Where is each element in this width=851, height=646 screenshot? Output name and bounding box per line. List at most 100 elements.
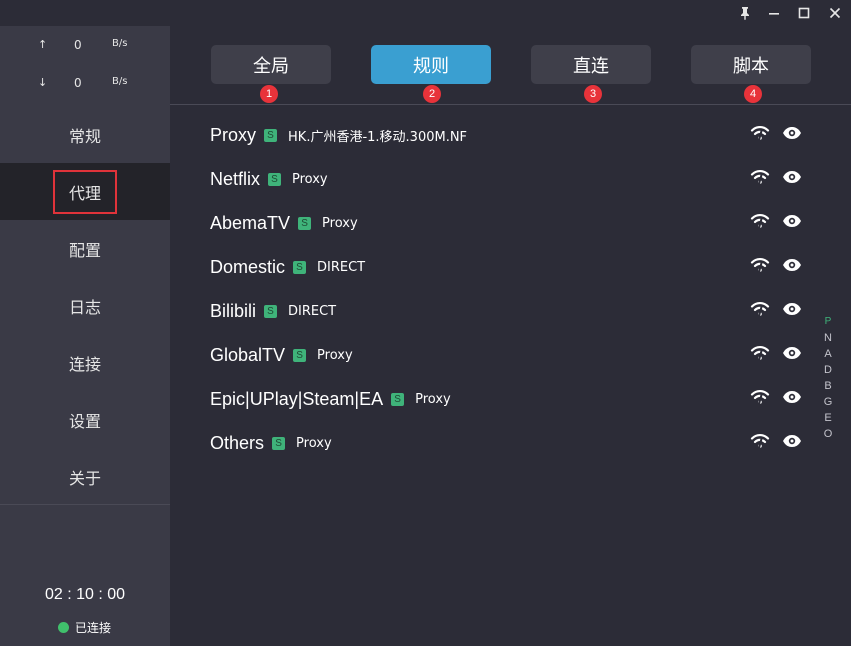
group-name: Domestic xyxy=(210,256,286,277)
proxy-group-row[interactable]: Netflix S Proxy xyxy=(210,166,810,192)
eye-icon[interactable] xyxy=(782,170,802,189)
group-name: Bilibili xyxy=(210,300,257,321)
proxy-group-row[interactable]: Others S Proxy xyxy=(210,430,810,456)
row-actions xyxy=(750,122,802,148)
selected-proxy: Proxy xyxy=(322,215,358,231)
group-name: Others xyxy=(210,432,265,453)
upload-unit: B/s xyxy=(112,38,128,49)
sidebar: ↑ 0 B/s ↓ 0 B/s 常规 代理 配置 日志 连接 设置 关于 02 … xyxy=(0,26,170,646)
nav-profiles[interactable]: 配置 xyxy=(0,220,170,277)
mode-label: 脚本 xyxy=(733,55,769,77)
pin-icon[interactable] xyxy=(735,4,755,22)
group-type-tag: S xyxy=(298,216,312,230)
uptime-timer: 02 : 10 : 00 xyxy=(44,586,126,603)
annotation-badge: 1 xyxy=(260,85,278,103)
selected-proxy: DIRECT xyxy=(317,259,366,275)
selected-proxy: Proxy xyxy=(317,347,353,363)
annotation-badge: 2 xyxy=(423,85,441,103)
download-arrow-icon: ↓ xyxy=(38,76,48,89)
latency-test-icon[interactable] xyxy=(750,301,770,322)
latency-test-icon[interactable] xyxy=(750,213,770,234)
nav-proxies[interactable]: 代理 xyxy=(0,163,170,220)
nav-label: 连接 xyxy=(68,354,101,374)
group-name: Netflix xyxy=(210,168,261,189)
mode-global-button[interactable]: 全局 xyxy=(211,45,331,84)
proxy-group-row[interactable]: AbemaTV S Proxy xyxy=(210,210,810,236)
row-actions xyxy=(750,430,802,456)
row-actions xyxy=(750,298,802,324)
mode-direct-button[interactable]: 直连 xyxy=(531,45,651,84)
proxy-group-row[interactable]: Epic|UPlay|Steam|EA S Proxy xyxy=(210,386,810,412)
quick-jump-index: P N A D B G E O xyxy=(822,314,834,442)
group-type-tag: S xyxy=(268,172,282,186)
jump-letter[interactable]: B xyxy=(822,378,834,394)
group-name: Epic|UPlay|Steam|EA xyxy=(210,388,384,409)
jump-letter[interactable]: N xyxy=(822,330,834,346)
latency-test-icon[interactable] xyxy=(750,257,770,278)
maximize-icon[interactable] xyxy=(794,4,814,22)
row-actions xyxy=(750,254,802,280)
eye-icon[interactable] xyxy=(782,126,802,145)
latency-test-icon[interactable] xyxy=(750,169,770,190)
jump-letter[interactable]: D xyxy=(822,362,834,378)
annotation-badge: 3 xyxy=(584,85,602,103)
nav-label: 配置 xyxy=(68,240,101,260)
proxy-group-row[interactable]: Proxy S HK.广州香港-1.移动.300M.NF xyxy=(210,122,810,148)
row-actions xyxy=(750,386,802,412)
nav-settings[interactable]: 设置 xyxy=(0,391,170,448)
eye-icon[interactable] xyxy=(782,214,802,233)
eye-icon[interactable] xyxy=(782,346,802,365)
group-type-tag: S xyxy=(264,128,278,142)
download-speed: ↓ 0 B/s xyxy=(0,76,170,96)
nav-label: 关于 xyxy=(68,468,101,488)
proxy-group-row[interactable]: Bilibili S DIRECT xyxy=(210,298,810,324)
upload-arrow-icon: ↑ xyxy=(38,38,48,51)
latency-test-icon[interactable] xyxy=(750,433,770,454)
row-actions xyxy=(750,342,802,368)
header-divider xyxy=(170,104,851,105)
selected-proxy: Proxy xyxy=(415,391,451,407)
mode-label: 直连 xyxy=(573,55,609,77)
group-name: GlobalTV xyxy=(210,344,286,365)
latency-test-icon[interactable] xyxy=(750,125,770,146)
nav-about[interactable]: 关于 xyxy=(0,448,170,505)
selected-proxy: DIRECT xyxy=(288,303,337,319)
jump-letter[interactable]: A xyxy=(822,346,834,362)
group-name: AbemaTV xyxy=(210,212,291,233)
eye-icon[interactable] xyxy=(782,302,802,321)
jump-letter[interactable]: P xyxy=(822,314,834,330)
group-type-tag: S xyxy=(293,260,307,274)
status-dot-icon xyxy=(58,621,69,633)
close-icon[interactable] xyxy=(825,4,845,22)
nav-connections[interactable]: 连接 xyxy=(0,334,170,391)
download-value: 0 xyxy=(74,76,82,90)
proxy-group-row[interactable]: GlobalTV S Proxy xyxy=(210,342,810,368)
connection-status: 已连接 xyxy=(58,618,111,636)
eye-icon[interactable] xyxy=(782,434,802,453)
nav-general[interactable]: 常规 xyxy=(0,106,170,163)
main-panel: 全局 规则 直连 脚本 1 2 3 4 Proxy S HK.广州香港-1.移动… xyxy=(170,26,851,646)
sidebar-divider xyxy=(0,504,170,505)
eye-icon[interactable] xyxy=(782,258,802,277)
traffic-monitor: ↑ 0 B/s ↓ 0 B/s xyxy=(0,26,170,104)
eye-icon[interactable] xyxy=(782,390,802,409)
proxy-group-row[interactable]: Domestic S DIRECT xyxy=(210,254,810,280)
mode-label: 全局 xyxy=(253,55,289,77)
jump-letter[interactable]: O xyxy=(822,426,834,442)
latency-test-icon[interactable] xyxy=(750,345,770,366)
minimize-icon[interactable] xyxy=(764,4,784,22)
upload-speed: ↑ 0 B/s xyxy=(0,38,170,58)
nav-label: 代理 xyxy=(52,169,117,214)
jump-letter[interactable]: G xyxy=(822,394,834,410)
status-label: 已连接 xyxy=(75,620,112,635)
latency-test-icon[interactable] xyxy=(750,389,770,410)
group-name: Proxy xyxy=(210,124,257,145)
nav-logs[interactable]: 日志 xyxy=(0,277,170,334)
row-actions xyxy=(750,210,802,236)
row-actions xyxy=(750,166,802,192)
nav-label: 设置 xyxy=(68,411,101,431)
mode-script-button[interactable]: 脚本 xyxy=(691,45,811,84)
jump-letter[interactable]: E xyxy=(822,410,834,426)
selected-proxy: HK.广州香港-1.移动.300M.NF xyxy=(288,129,468,145)
mode-rule-button[interactable]: 规则 xyxy=(371,45,491,84)
